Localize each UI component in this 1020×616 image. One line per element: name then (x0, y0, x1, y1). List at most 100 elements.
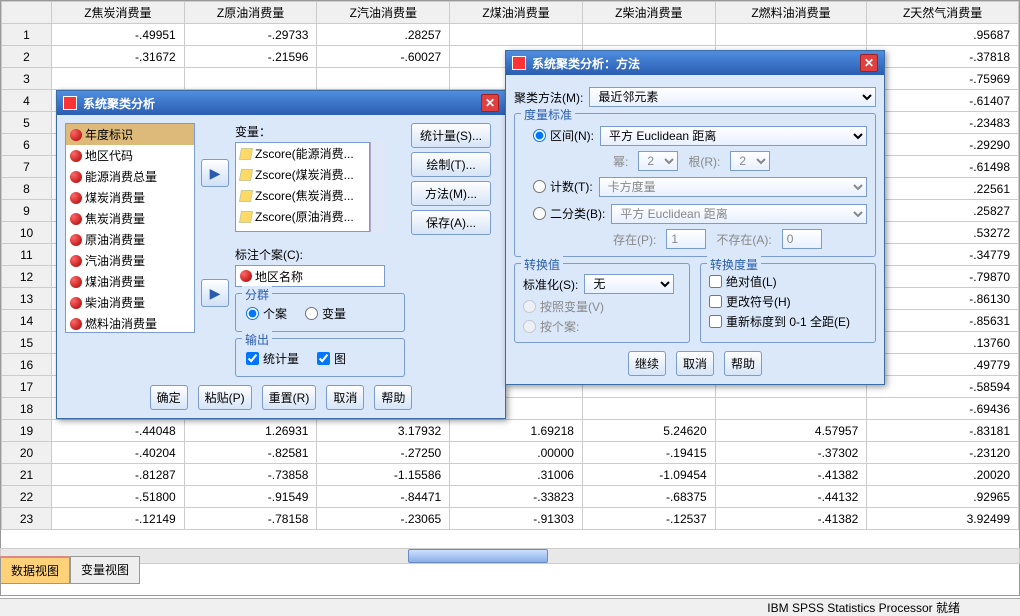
cell[interactable]: -.68375 (582, 486, 715, 508)
row-number[interactable]: 1 (2, 24, 52, 46)
cell[interactable]: -.61407 (867, 90, 1019, 112)
row-number[interactable]: 10 (2, 222, 52, 244)
close-icon[interactable]: ✕ (481, 94, 499, 112)
ok-button[interactable]: 确定 (150, 385, 188, 410)
cell[interactable] (184, 68, 317, 90)
interval-select[interactable]: 平方 Euclidean 距离 (600, 126, 867, 146)
cell[interactable]: -.51800 (52, 486, 185, 508)
cell[interactable]: .20020 (867, 464, 1019, 486)
radio-counts[interactable]: 计数(T): (533, 178, 593, 195)
cell[interactable]: -.83181 (867, 420, 1019, 442)
check-abs[interactable]: 绝对值(L) (709, 273, 867, 290)
row-number[interactable]: 23 (2, 508, 52, 530)
row-number[interactable]: 7 (2, 156, 52, 178)
column-header[interactable]: Z原油消费量 (184, 2, 317, 24)
cell[interactable]: -.73858 (184, 464, 317, 486)
cell[interactable]: -.12537 (582, 508, 715, 530)
column-header[interactable]: Z汽油消费量 (317, 2, 450, 24)
list-item[interactable]: 原油消费量 (66, 229, 194, 250)
move-case-button[interactable]: ▶ (201, 279, 229, 307)
cell[interactable]: -.82581 (184, 442, 317, 464)
horizontal-scrollbar[interactable] (0, 548, 1020, 564)
method-button[interactable]: 方法(M)... (411, 181, 491, 206)
list-item[interactable]: 燃料油消费量 (66, 313, 194, 333)
row-number[interactable]: 19 (2, 420, 52, 442)
cell[interactable]: .92965 (867, 486, 1019, 508)
cell[interactable]: -.37302 (715, 442, 867, 464)
plots-button[interactable]: 绘制(T)... (411, 152, 491, 177)
cell[interactable]: -.61498 (867, 156, 1019, 178)
cell[interactable]: -.91549 (184, 486, 317, 508)
column-header[interactable]: Z柴油消费量 (582, 2, 715, 24)
cell[interactable]: .25827 (867, 200, 1019, 222)
row-number[interactable]: 17 (2, 376, 52, 398)
cell[interactable]: -.29290 (867, 134, 1019, 156)
cell[interactable] (317, 68, 450, 90)
row-number[interactable]: 12 (2, 266, 52, 288)
cell[interactable]: 3.92499 (867, 508, 1019, 530)
cell[interactable]: -.79870 (867, 266, 1019, 288)
list-item[interactable]: Zscore(焦炭消费... (236, 185, 369, 206)
cell[interactable]: -.40204 (52, 442, 185, 464)
cell[interactable]: -.78158 (184, 508, 317, 530)
list-item[interactable]: Zscore(煤炭消费... (236, 164, 369, 185)
cell[interactable]: .49779 (867, 354, 1019, 376)
help-button[interactable]: 帮助 (724, 351, 762, 376)
cell[interactable]: .13760 (867, 332, 1019, 354)
cell[interactable]: .95687 (867, 24, 1019, 46)
radio-binary[interactable]: 二分类(B): (533, 205, 605, 222)
paste-button[interactable]: 粘贴(P) (198, 385, 252, 410)
dialog1-titlebar[interactable]: 系统聚类分析 ✕ (57, 91, 505, 115)
list-item[interactable]: 地区代码 (66, 145, 194, 166)
cell[interactable]: -.81287 (52, 464, 185, 486)
cell[interactable]: -.19415 (582, 442, 715, 464)
cell[interactable]: 1.69218 (450, 420, 583, 442)
cell[interactable]: -.58594 (867, 376, 1019, 398)
cell[interactable]: -.23120 (867, 442, 1019, 464)
cell[interactable]: -.23065 (317, 508, 450, 530)
cell[interactable]: .22561 (867, 178, 1019, 200)
cluster-method-select[interactable]: 最近邻元素 (589, 87, 876, 107)
dialog2-titlebar[interactable]: 系统聚类分析：方法 ✕ (506, 51, 884, 75)
list-item[interactable]: Zscore(汽油消费... (236, 227, 369, 232)
radio-variable[interactable]: 变量 (305, 305, 346, 322)
cell[interactable]: -.21596 (184, 46, 317, 68)
save-button[interactable]: 保存(A)... (411, 210, 491, 235)
move-right-button[interactable]: ▶ (201, 159, 229, 187)
cell[interactable]: .31006 (450, 464, 583, 486)
row-number[interactable]: 6 (2, 134, 52, 156)
cell[interactable] (52, 68, 185, 90)
cell[interactable]: -.31672 (52, 46, 185, 68)
column-header[interactable]: Z燃料油消费量 (715, 2, 867, 24)
row-number[interactable]: 4 (2, 90, 52, 112)
cell[interactable]: .00000 (450, 442, 583, 464)
table-row[interactable]: 20-.40204-.82581-.27250.00000-.19415-.37… (2, 442, 1019, 464)
column-header[interactable]: Z焦炭消费量 (52, 2, 185, 24)
row-number[interactable]: 8 (2, 178, 52, 200)
column-header[interactable]: Z天然气消费量 (867, 2, 1019, 24)
row-number[interactable]: 3 (2, 68, 52, 90)
radio-interval[interactable]: 区间(N): (533, 127, 594, 144)
cell[interactable]: .28257 (317, 24, 450, 46)
cell[interactable] (582, 398, 715, 420)
cell[interactable] (450, 24, 583, 46)
cell[interactable]: -.49951 (52, 24, 185, 46)
close-icon[interactable]: ✕ (860, 54, 878, 72)
cell[interactable] (715, 398, 867, 420)
table-row[interactable]: 21-.81287-.73858-1.15586.31006-1.09454-.… (2, 464, 1019, 486)
row-number[interactable]: 5 (2, 112, 52, 134)
check-stats[interactable]: 统计量 (246, 350, 299, 367)
cancel-button[interactable]: 取消 (326, 385, 364, 410)
cell[interactable]: -.84471 (317, 486, 450, 508)
list-item[interactable]: Zscore(能源消费... (236, 143, 369, 164)
cell[interactable]: -1.09454 (582, 464, 715, 486)
standardize-select[interactable]: 无 (584, 274, 674, 294)
cell[interactable]: -.41382 (715, 464, 867, 486)
cell[interactable]: -.69436 (867, 398, 1019, 420)
list-item[interactable]: 煤炭消费量 (66, 187, 194, 208)
tab-variable-view[interactable]: 变量视图 (70, 556, 140, 584)
case-label-field[interactable]: 地区名称 (235, 265, 385, 287)
continue-button[interactable]: 继续 (628, 351, 666, 376)
table-row[interactable]: 19-.440481.269313.179321.692185.246204.5… (2, 420, 1019, 442)
row-number[interactable]: 22 (2, 486, 52, 508)
